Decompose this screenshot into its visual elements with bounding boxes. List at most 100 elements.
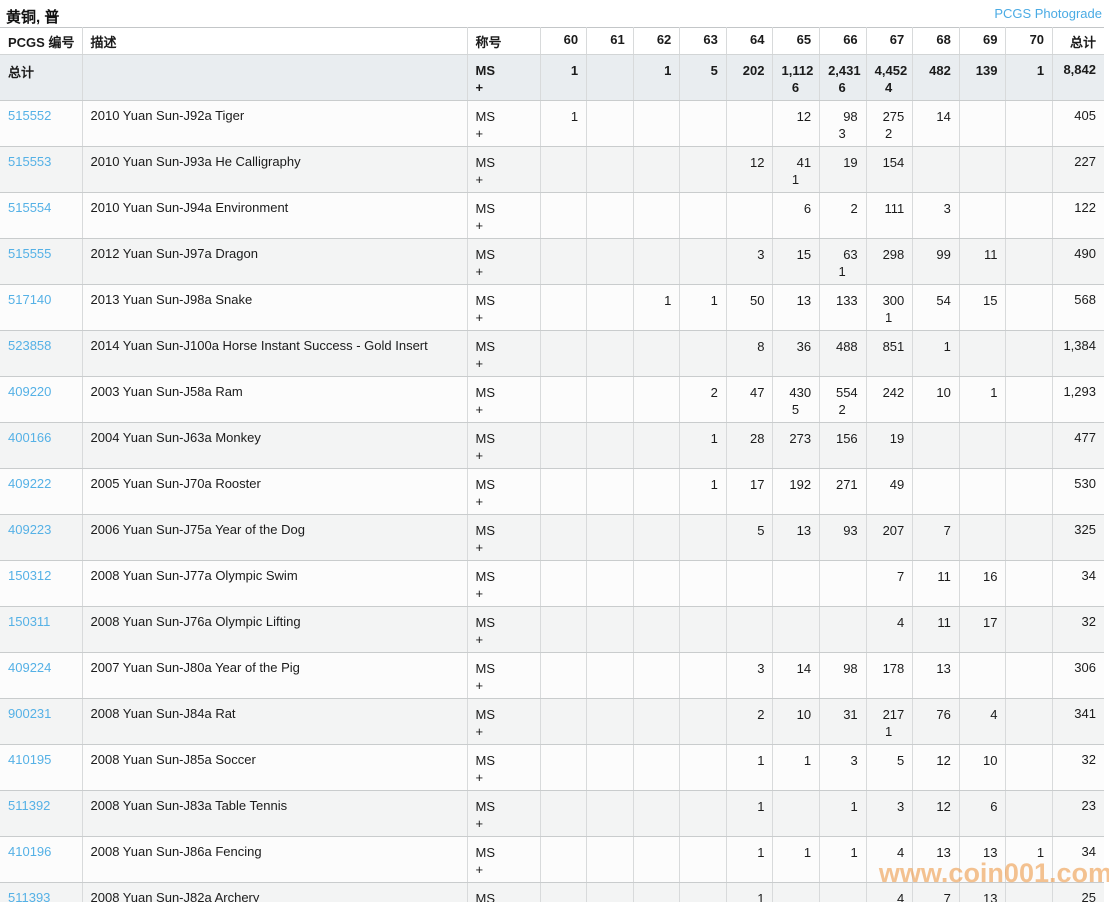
plus-count <box>968 355 998 372</box>
pcgs-number-cell: 515555 <box>0 238 83 285</box>
designation-ms-label: MS <box>475 155 496 170</box>
pcgs-number-link[interactable]: 409223 <box>8 522 51 537</box>
grade-count-cell: 1 <box>633 54 681 101</box>
ms-count: 8 <box>757 339 765 354</box>
pcgs-number-link[interactable]: 511393 <box>8 890 50 902</box>
plus-count <box>875 769 905 786</box>
pcgs-number-link[interactable]: 400166 <box>8 430 51 445</box>
pcgs-number-link[interactable]: 900231 <box>8 706 51 721</box>
designation-plus-label: + <box>475 356 484 371</box>
plus-count <box>595 79 625 96</box>
plus-count <box>875 493 905 510</box>
grade-count-cell: 111 <box>866 192 914 239</box>
ms-count <box>549 154 579 171</box>
table-row: 515554 2010 Yuan Sun-J94a Environment MS… <box>0 192 1104 239</box>
ms-count: 275 <box>882 109 905 124</box>
pcgs-number-link[interactable]: 150312 <box>8 568 51 583</box>
pcgs-number-link[interactable]: 515553 <box>8 154 51 169</box>
grade-count-cell: 1,112 6 <box>772 54 821 101</box>
grade-count-cell <box>912 422 960 469</box>
row-total-cell: 1,293 <box>1052 376 1104 423</box>
plus-count <box>921 677 951 694</box>
ms-count: 11 <box>937 615 951 630</box>
pcgs-number-link[interactable]: 515552 <box>8 108 51 123</box>
pcgs-number-link[interactable]: 523858 <box>8 338 51 353</box>
pcgs-number-link[interactable]: 515555 <box>8 246 51 261</box>
pcgs-number-link[interactable]: 409224 <box>8 660 51 675</box>
row-total-cell: 32 <box>1052 606 1104 653</box>
designation-plus-label: + <box>475 540 484 555</box>
plus-count <box>968 723 998 740</box>
ms-count <box>642 568 672 585</box>
ms-count: 41 <box>796 155 812 170</box>
ms-count <box>595 798 625 815</box>
ms-count: 17 <box>750 477 765 492</box>
pcgs-number-link[interactable]: 410196 <box>8 844 51 859</box>
ms-count: 28 <box>750 431 765 446</box>
grade-count-cell <box>540 422 588 469</box>
row-total-cell: 490 <box>1052 238 1104 285</box>
table-row: 523858 2014 Yuan Sun-J100a Horse Instant… <box>0 330 1104 377</box>
photograde-link[interactable]: PCGS Photograde <box>994 6 1102 21</box>
plus-count <box>549 355 579 372</box>
pcgs-number-link[interactable]: 515554 <box>8 200 51 215</box>
plus-count <box>828 355 858 372</box>
grade-count-cell: 1 <box>633 284 681 331</box>
ms-count <box>595 752 625 769</box>
grade-count-cell: 298 <box>866 238 914 285</box>
coin-description: 2010 Yuan Sun-J92a Tiger <box>82 100 468 147</box>
pcgs-number-link[interactable]: 409222 <box>8 476 51 491</box>
plus-count <box>688 815 718 832</box>
ms-count: 1 <box>1036 63 1045 78</box>
plus-count <box>828 447 858 464</box>
plus-count <box>688 309 718 326</box>
ms-count <box>549 246 579 263</box>
grade-count-cell: 15 <box>959 284 1007 331</box>
plus-count <box>549 171 579 188</box>
grade-count-cell: 1 <box>726 790 774 837</box>
coin-description: 2008 Yuan Sun-J86a Fencing <box>82 836 468 883</box>
ms-count: 2 <box>710 385 718 400</box>
ms-count: 7 <box>897 569 905 584</box>
plus-count <box>735 631 765 648</box>
grade-count-cell <box>679 146 727 193</box>
grade-count-cell <box>540 330 588 377</box>
designation-cell: MS + <box>467 468 541 515</box>
grade-count-cell: 217 1 <box>866 698 914 745</box>
ms-count <box>688 660 718 677</box>
ms-count: 482 <box>929 63 951 78</box>
designation-plus-label: + <box>475 816 484 831</box>
designation-plus-label: + <box>475 494 484 509</box>
pcgs-number-link[interactable]: 517140 <box>8 292 51 307</box>
grade-count-cell: 54 <box>912 284 960 331</box>
pcgs-number-link[interactable]: 409220 <box>8 384 51 399</box>
plus-count <box>1014 447 1044 464</box>
plus-count <box>735 861 765 878</box>
pcgs-number-link[interactable]: 150311 <box>8 614 50 629</box>
grade-count-cell <box>1005 422 1054 469</box>
ms-count: 15 <box>796 247 812 262</box>
pcgs-number-link[interactable]: 410195 <box>8 752 51 767</box>
ms-count <box>595 430 625 447</box>
ms-count <box>968 660 998 677</box>
grade-count-cell: 41 1 <box>772 146 821 193</box>
pcgs-number-cell: 150312 <box>0 560 83 607</box>
plus-count: 2 <box>885 126 893 141</box>
plus-count <box>549 769 579 786</box>
ms-count <box>549 476 579 493</box>
col-header-designation: 称号 <box>467 27 541 55</box>
ms-count <box>642 798 672 815</box>
ms-count: 3 <box>897 799 905 814</box>
grade-count-cell <box>959 330 1007 377</box>
plus-count <box>968 677 998 694</box>
plus-count <box>828 217 858 234</box>
col-header-total: 总计 <box>1052 27 1104 55</box>
ms-count: 851 <box>882 339 905 354</box>
pcgs-number-link[interactable]: 511392 <box>8 798 50 813</box>
plus-count <box>921 723 951 740</box>
plus-count <box>549 585 579 602</box>
grade-count-cell: 482 <box>912 54 960 101</box>
plus-count <box>642 539 672 556</box>
coin-description: 2007 Yuan Sun-J80a Year of the Pig <box>82 652 468 699</box>
grade-count-cell: 192 <box>772 468 821 515</box>
